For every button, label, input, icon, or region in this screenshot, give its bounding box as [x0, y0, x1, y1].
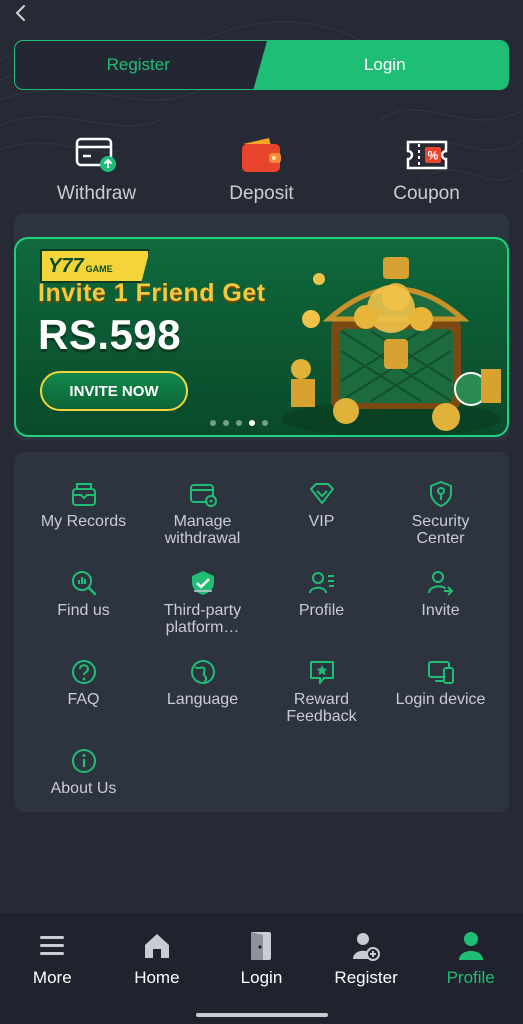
auth-tabs: Register Login: [14, 40, 509, 90]
deposit-label: Deposit: [229, 183, 294, 204]
menu-label: Profile: [298, 602, 345, 619]
carousel-dots: [210, 420, 268, 426]
promo-banner-container: Y77 GAME Invite 1 Friend Get RS.598 INVI…: [14, 213, 509, 440]
promo-banner[interactable]: Y77 GAME Invite 1 Friend Get RS.598 INVI…: [14, 237, 509, 437]
withdraw-label: Withdraw: [56, 183, 137, 204]
add-user-icon: [353, 933, 381, 961]
nav-home[interactable]: Home: [105, 913, 210, 1024]
menu-label: Third-party platform…: [163, 602, 242, 636]
menu-label: Reward Feedback: [286, 691, 357, 725]
menu-item-language[interactable]: Language: [143, 658, 262, 747]
home-icon: [144, 934, 169, 958]
bottom-nav: More Home Login Register Profile: [0, 913, 523, 1024]
banner-title: Invite 1 Friend Get: [38, 279, 266, 307]
carousel-dot-active[interactable]: [249, 420, 255, 426]
banner-amount: RS.598: [38, 311, 182, 358]
menu-label: Find us: [57, 602, 110, 619]
menu-label: Manage withdrawal: [164, 513, 241, 547]
check-shield-icon: [191, 571, 214, 595]
wallet-icon: [241, 138, 281, 172]
coupon-label: Coupon: [393, 183, 460, 204]
globe-icon: [190, 660, 215, 684]
info-icon: [71, 749, 96, 773]
brand-badge: Y77 GAME: [40, 249, 150, 283]
svg-text:%: %: [427, 149, 438, 163]
menu-item-profile[interactable]: Profile: [262, 569, 381, 658]
brand-badge-sub: GAME: [85, 264, 113, 274]
withdraw-icon: [75, 137, 116, 172]
tab-login[interactable]: Login: [262, 41, 509, 89]
menu-label: Language: [166, 691, 239, 708]
nav-label: More: [32, 968, 72, 987]
records-icon: [71, 483, 96, 506]
menu-item-about-us[interactable]: About Us: [24, 747, 143, 836]
door-icon: [251, 932, 272, 960]
tab-register[interactable]: Register: [15, 41, 262, 89]
menu-item-third-party[interactable]: Third-party platform…: [143, 569, 262, 658]
deposit-button[interactable]: Deposit: [179, 135, 344, 210]
user-share-icon: [427, 571, 453, 596]
back-button[interactable]: [10, 2, 32, 24]
nav-profile[interactable]: Profile: [418, 913, 523, 1024]
nav-label: Profile: [446, 968, 495, 987]
carousel-dot[interactable]: [236, 420, 242, 426]
brand-badge-text: Y77: [48, 254, 84, 277]
treasure-chest-icon: [281, 257, 501, 435]
nav-label: Home: [134, 968, 180, 987]
menu-label: FAQ: [67, 691, 100, 708]
search-chart-icon: [71, 571, 96, 596]
coupon-button[interactable]: % Coupon: [344, 135, 509, 210]
menu-label: VIP: [308, 513, 335, 530]
chevron-left-icon: [15, 5, 25, 21]
menu-label: Security Center: [411, 513, 470, 547]
quick-actions: Withdraw Deposit % Coupon: [14, 135, 509, 210]
menu-item-security-center[interactable]: Security Center: [381, 480, 500, 569]
coupon-icon: %: [406, 140, 447, 170]
menu-icon: [40, 936, 65, 955]
menu-item-manage-withdrawal[interactable]: Manage withdrawal: [143, 480, 262, 569]
menu-item-vip[interactable]: VIP: [262, 480, 381, 569]
devices-icon: [427, 661, 454, 684]
carousel-dot[interactable]: [223, 420, 229, 426]
menu-label: Invite: [421, 602, 460, 619]
menu-item-faq[interactable]: FAQ: [24, 658, 143, 747]
nav-label: Login: [240, 968, 283, 987]
home-indicator: [196, 1013, 328, 1017]
menu-item-find-us[interactable]: Find us: [24, 569, 143, 658]
nav-register[interactable]: Register: [314, 913, 419, 1024]
shield-key-icon: [429, 480, 452, 508]
menu-label: My Records: [40, 513, 127, 530]
user-icon: [458, 932, 483, 960]
profile-card-icon: [308, 572, 334, 594]
nav-login[interactable]: Login: [209, 913, 314, 1024]
carousel-dot[interactable]: [262, 420, 268, 426]
menu-item-invite[interactable]: Invite: [381, 569, 500, 658]
carousel-dot[interactable]: [210, 420, 216, 426]
menu-label: About Us: [50, 780, 117, 797]
vip-diamond-icon: [309, 483, 334, 504]
menu-item-login-device[interactable]: Login device: [381, 658, 500, 747]
menu-card: My Records Manage withdrawal VIP Securit…: [14, 452, 509, 812]
nav-label: Register: [334, 968, 398, 987]
card-icon: [189, 484, 217, 507]
menu-item-my-records[interactable]: My Records: [24, 480, 143, 569]
invite-now-button[interactable]: INVITE NOW: [40, 371, 188, 411]
star-message-icon: [309, 661, 334, 684]
menu-item-reward-feedback[interactable]: Reward Feedback: [262, 658, 381, 747]
withdraw-button[interactable]: Withdraw: [14, 135, 179, 210]
menu-label: Login device: [395, 691, 486, 708]
question-icon: [71, 660, 96, 684]
menu-grid: My Records Manage withdrawal VIP Securit…: [24, 480, 500, 836]
nav-more[interactable]: More: [0, 913, 105, 1024]
